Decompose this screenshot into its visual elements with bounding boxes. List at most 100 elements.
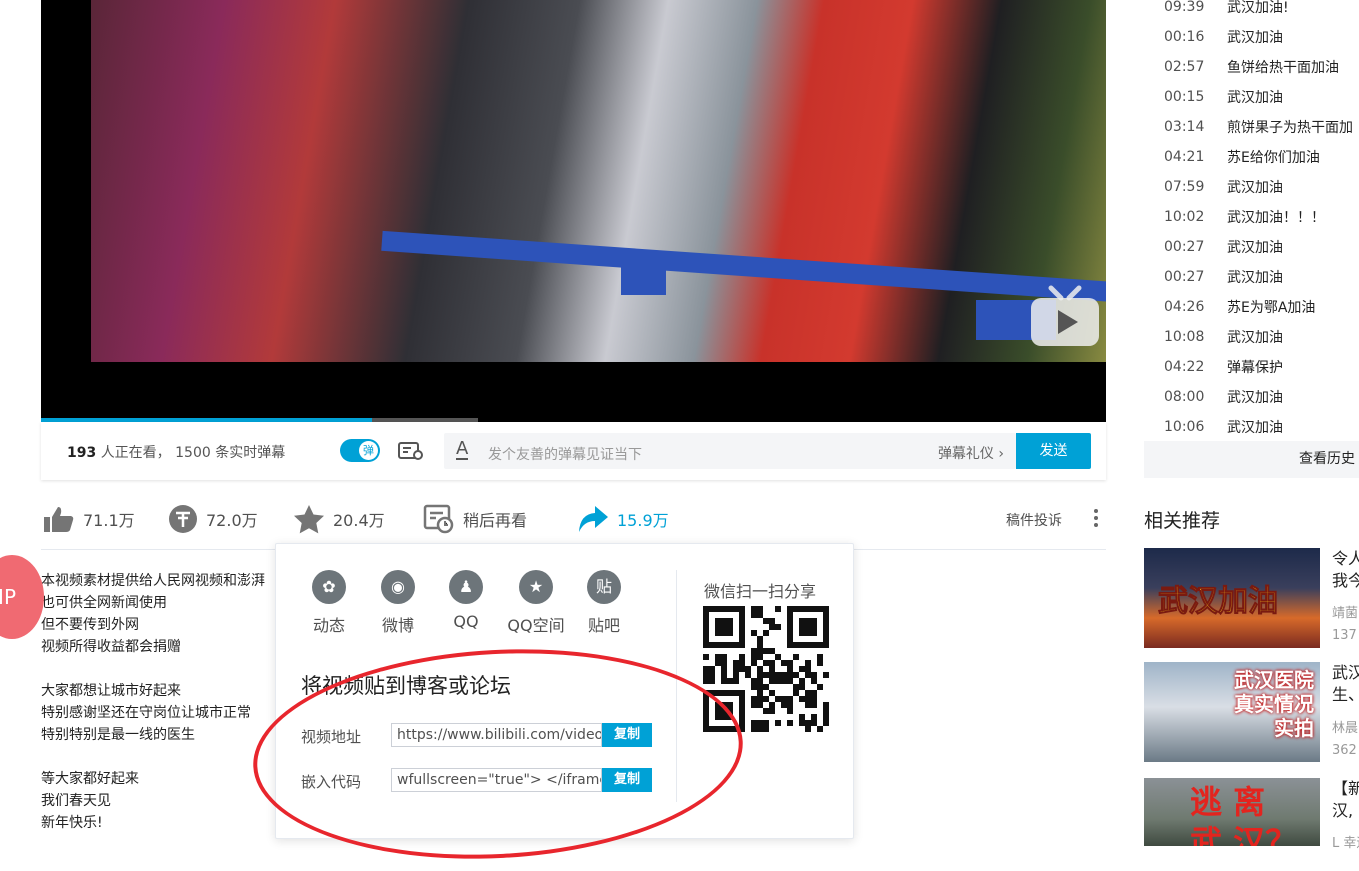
thumbs-up-icon	[44, 507, 74, 532]
font-style-icon[interactable]: A	[456, 440, 469, 460]
danmaku-settings-icon[interactable]	[398, 441, 424, 461]
share-qq-label: QQ	[453, 612, 479, 631]
danmaku-text: 武汉加油!	[1227, 0, 1289, 16]
share-qq[interactable]: ♟ QQ	[436, 570, 496, 631]
like-count: 71.1万	[83, 511, 135, 530]
danmaku-row[interactable]: 00:15 武汉加油	[1144, 82, 1359, 112]
more-dots-icon[interactable]	[1090, 508, 1102, 528]
danmaku-row[interactable]: 07:59 武汉加油	[1144, 172, 1359, 202]
danmaku-text: 武汉加油	[1227, 30, 1283, 46]
related-thumbnail[interactable]: 武汉加油	[1144, 548, 1320, 648]
report-link[interactable]: 稿件投诉	[1006, 510, 1062, 530]
viewer-count: 193	[67, 445, 97, 461]
share-dynamic[interactable]: ✿ 动态	[299, 570, 359, 636]
view-history-button[interactable]: 查看历史	[1144, 441, 1359, 478]
viewer-suffix: 人正在看，	[100, 445, 171, 461]
danmaku-input[interactable]: A 发个友善的弹幕见证当下 弹幕礼仪 ›	[444, 433, 1016, 469]
danmaku-row[interactable]: 04:21 苏E给你们加油	[1144, 142, 1359, 172]
danmaku-row[interactable]: 10:08 武汉加油	[1144, 322, 1359, 352]
danmaku-text: 武汉加油	[1227, 240, 1283, 256]
thumbnail-text: 武汉医院 真实情况 实拍	[1234, 668, 1314, 740]
qzone-icon: ★	[519, 570, 553, 604]
share-tieba[interactable]: 贴 贴吧	[574, 570, 634, 636]
send-button[interactable]: 发送	[1016, 433, 1091, 469]
watch-later-label: 稍后再看	[463, 511, 528, 530]
share-count: 15.9万	[617, 511, 669, 530]
danmaku-list: 09:39 武汉加油! 00:16 武汉加油 02:57 鱼饼给热干面加油 00:15 武汉加…	[1144, 0, 1359, 442]
watch-later-button[interactable]: 稍后再看	[423, 504, 528, 534]
danmaku-text: 武汉加油	[1227, 270, 1283, 286]
danmaku-time: 00:15	[1164, 89, 1205, 105]
danmaku-row[interactable]: 02:57 鱼饼给热干面加油	[1144, 52, 1359, 82]
danmaku-row[interactable]: 10:02 武汉加油！！！	[1144, 202, 1359, 232]
desc-line: 也可供全网新闻使用	[41, 595, 167, 611]
danmaku-row[interactable]: 04:22 弹幕保护	[1144, 352, 1359, 382]
danmaku-text: 鱼饼给热干面加油	[1227, 60, 1339, 76]
share-weibo-label: 微博	[381, 616, 414, 635]
watch-later-icon	[423, 504, 454, 534]
favorite-count: 20.4万	[333, 511, 385, 530]
danmaku-count: 1500	[175, 445, 211, 461]
danmaku-placeholder: 发个友善的弹幕见证当下	[488, 447, 642, 463]
coin-button[interactable]: 72.0万	[168, 505, 258, 533]
favorite-button[interactable]: 20.4万	[293, 505, 385, 534]
danmaku-bar: 193 人正在看， 1500 条实时弹幕 弹 A 发个友善的弹幕见证当下 弹幕礼…	[41, 422, 1106, 480]
danmaku-time: 10:06	[1164, 419, 1205, 435]
video-frame[interactable]	[91, 0, 1106, 362]
coin-icon	[169, 505, 197, 533]
desc-line: 特别特别是最一线的医生	[41, 727, 195, 743]
related-item-title[interactable]: 武汉 生、	[1332, 662, 1359, 706]
danmaku-text: 武汉加油	[1227, 420, 1283, 436]
desc-line: 新年快乐!	[41, 815, 103, 831]
related-item-author[interactable]: L 幸运	[1332, 832, 1359, 851]
danmaku-row[interactable]: 03:14 煎饼果子为热干面加	[1144, 112, 1359, 142]
share-arrow-icon	[579, 506, 608, 532]
related-item-title[interactable]: 令人 我今	[1332, 548, 1359, 592]
danmaku-time: 00:27	[1164, 269, 1205, 285]
danmaku-etiquette-link[interactable]: 弹幕礼仪 ›	[938, 443, 1004, 463]
related-item-title[interactable]: 【新 汉,	[1332, 778, 1359, 822]
danmaku-time: 00:27	[1164, 239, 1205, 255]
desc-line: 本视频素材提供给人民网视频和澎湃	[41, 573, 265, 589]
share-qzone[interactable]: ★ QQ空间	[506, 570, 566, 636]
danmaku-time: 07:59	[1164, 179, 1205, 195]
danmaku-text: 煎饼果子为热干面加	[1227, 120, 1353, 136]
video-player[interactable]	[41, 0, 1106, 422]
danmaku-row[interactable]: 00:27 武汉加油	[1144, 262, 1359, 292]
dynamic-icon: ✿	[312, 570, 346, 604]
desc-line: 我们春天见	[41, 793, 111, 809]
danmaku-time: 10:08	[1164, 329, 1205, 345]
related-thumbnail[interactable]: 武汉医院 真实情况 实拍	[1144, 662, 1320, 762]
share-weibo[interactable]: ◉ 微博	[368, 570, 428, 636]
share-button[interactable]: 15.9万	[577, 505, 669, 533]
tieba-icon: 贴	[587, 570, 621, 604]
tv-play-icon[interactable]	[1029, 284, 1101, 350]
vip-badge[interactable]: VIP	[0, 555, 44, 639]
danmaku-row[interactable]: 04:26 苏E为鄂A加油	[1144, 292, 1359, 322]
star-icon	[294, 505, 324, 534]
qq-icon: ♟	[449, 570, 483, 604]
related-item-author[interactable]: 林晨	[1332, 717, 1359, 736]
viewer-info: 193 人正在看， 1500 条实时弹幕	[67, 442, 285, 462]
like-button[interactable]: 71.1万	[43, 505, 135, 533]
danmaku-row[interactable]: 09:39 武汉加油!	[1144, 0, 1359, 22]
danmaku-time: 00:16	[1164, 29, 1205, 45]
danmaku-row[interactable]: 08:00 武汉加油	[1144, 382, 1359, 412]
danmaku-time: 09:39	[1164, 0, 1205, 15]
desc-line: 特别感谢坚还在守岗位让城市正常	[41, 705, 251, 721]
danmaku-row[interactable]: 00:27 武汉加油	[1144, 232, 1359, 262]
danmaku-text: 苏E给你们加油	[1227, 150, 1320, 166]
danmaku-row[interactable]: 00:16 武汉加油	[1144, 22, 1359, 52]
danmaku-row[interactable]: 10:06 武汉加油	[1144, 412, 1359, 442]
danmaku-text: 武汉加油	[1227, 180, 1283, 196]
related-thumbnail[interactable]: 逃 离 武 汉？	[1144, 778, 1320, 846]
related-title: 相关推荐	[1144, 510, 1221, 532]
danmaku-toggle-label: 弹	[359, 441, 378, 460]
coin-count: 72.0万	[206, 511, 258, 530]
related-item-author[interactable]: 靖菌	[1332, 602, 1359, 621]
danmaku-text: 武汉加油	[1227, 390, 1283, 406]
related-item-views: 362	[1332, 743, 1357, 758]
danmaku-text: 武汉加油	[1227, 90, 1283, 106]
danmaku-text: 武汉加油！！！	[1227, 210, 1325, 226]
danmaku-toggle[interactable]: 弹	[340, 439, 380, 462]
